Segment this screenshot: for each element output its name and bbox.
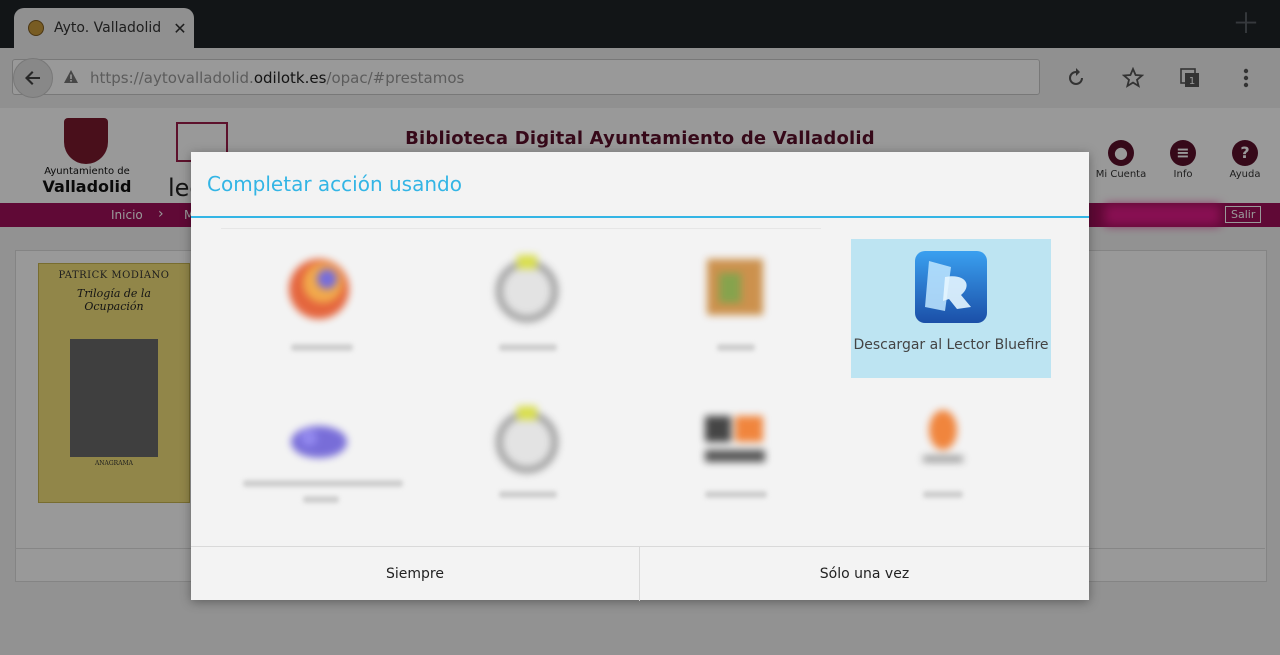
app-option-firefox[interactable] (219, 239, 419, 378)
app-option-8[interactable] (843, 390, 1043, 529)
app-label-blurred (499, 344, 557, 351)
app-label-blurred (291, 344, 353, 351)
app-label-blurred (717, 344, 755, 351)
complete-action-dialog: Completar acción usando Descargar al Lec… (191, 152, 1089, 601)
app-option-2[interactable] (427, 239, 627, 378)
app-label-blurred (303, 496, 339, 503)
app-label-blurred (705, 491, 767, 498)
dialog-title-divider (191, 216, 1089, 218)
always-button[interactable]: Siempre (191, 547, 640, 601)
bluefire-reader-icon (915, 251, 987, 323)
app-option-5[interactable] (219, 390, 419, 529)
download-app-icon (496, 255, 558, 322)
orange-app-icon (923, 410, 963, 462)
app-option-bluefire[interactable]: Descargar al Lector Bluefire (851, 239, 1051, 378)
app-option-6[interactable] (427, 390, 627, 529)
dialog-title: Completar acción usando (207, 172, 462, 196)
app-label: Descargar al Lector Bluefire (853, 337, 1049, 353)
app-option-7[interactable] (635, 390, 835, 529)
browser-app-icon (291, 426, 347, 458)
app-label-blurred (243, 480, 403, 487)
dialog-faint-line (221, 228, 821, 229)
just-once-button[interactable]: Sólo una vez (640, 547, 1089, 601)
dialog-footer: Siempre Sólo una vez (191, 546, 1089, 601)
office-app-icon (705, 416, 765, 462)
app-label-blurred (923, 491, 963, 498)
download-app-icon (496, 406, 558, 473)
app-option-3[interactable] (635, 239, 835, 378)
firefox-icon (289, 259, 349, 319)
reader-app-icon (707, 259, 763, 315)
app-label-blurred (499, 491, 557, 498)
